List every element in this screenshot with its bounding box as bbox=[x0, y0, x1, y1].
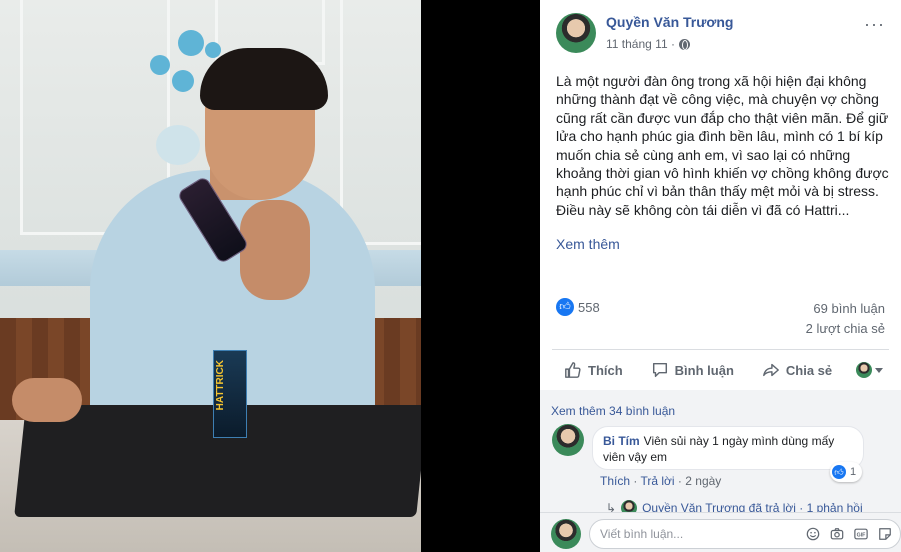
comment-bubble: Bi Tím Viên sủi này 1 ngày mình dùng mấy … bbox=[592, 426, 864, 470]
user-avatar bbox=[856, 362, 872, 378]
comment-like-link[interactable]: Thích bbox=[600, 474, 630, 488]
comment-time[interactable]: 2 ngày bbox=[685, 474, 721, 488]
svg-text:GIF: GIF bbox=[857, 532, 867, 538]
share-icon bbox=[762, 363, 779, 377]
wall-flower bbox=[178, 30, 204, 56]
wall-flower bbox=[205, 42, 221, 58]
like-button[interactable]: Thích bbox=[564, 361, 623, 379]
emoji-icon[interactable] bbox=[805, 526, 821, 542]
share-count[interactable]: 2 lượt chia sẻ bbox=[806, 321, 885, 336]
man-left-hand bbox=[12, 378, 82, 422]
comment-input-icons: GIF bbox=[805, 526, 893, 542]
post-panel: Quyền Văn Trương 11 tháng 11 · ··· Là mộ… bbox=[540, 0, 901, 552]
like-count[interactable]: 558 bbox=[578, 300, 600, 315]
comment-label: Bình luận bbox=[674, 362, 734, 378]
share-button[interactable]: Chia sẻ bbox=[762, 361, 832, 379]
sticker-icon[interactable] bbox=[877, 526, 893, 542]
man-hair bbox=[200, 48, 328, 110]
comments-section: Xem thêm 34 bình luận Bi Tím Viên sủi này… bbox=[540, 390, 901, 552]
camera-icon[interactable] bbox=[829, 526, 845, 542]
gif-icon[interactable]: GIF bbox=[853, 526, 869, 542]
wall-vase bbox=[156, 125, 200, 165]
see-more-link[interactable]: Xem thêm bbox=[556, 236, 620, 252]
post-photo[interactable]: HATTRICK bbox=[0, 0, 421, 552]
action-bar: Thích Bình luận Chia sẻ bbox=[552, 352, 889, 388]
post-stats: 👍︎ 558 69 bình luận 2 lượt chia sẻ bbox=[556, 296, 885, 336]
comment-reactions[interactable]: 👍︎ 1 bbox=[830, 462, 863, 482]
globe-icon bbox=[678, 38, 690, 50]
commenter-name[interactable]: Bi Tím bbox=[603, 434, 640, 448]
wall-flower bbox=[150, 55, 170, 75]
man-hand bbox=[240, 200, 310, 300]
product-box-label: HATTRICK bbox=[215, 360, 226, 411]
comment-reaction-count: 1 bbox=[850, 466, 857, 478]
comment-actions: Thích · Trả lời · 2 ngày bbox=[600, 474, 722, 488]
wall-panel bbox=[340, 0, 421, 245]
more-options-icon[interactable]: ··· bbox=[864, 14, 885, 35]
comment-button[interactable]: Bình luận bbox=[651, 361, 734, 379]
comment-count[interactable]: 69 bình luận bbox=[813, 301, 885, 316]
like-reaction-icon[interactable]: 👍︎ bbox=[556, 298, 574, 316]
post-meta: 11 tháng 11 · bbox=[606, 37, 690, 51]
thumbs-up-icon bbox=[565, 362, 581, 378]
like-label: Thích bbox=[588, 362, 623, 378]
author-name[interactable]: Quyền Văn Trương bbox=[606, 14, 733, 30]
comment-input-row: GIF bbox=[540, 512, 901, 552]
author-avatar[interactable] bbox=[556, 13, 596, 53]
wall-flower bbox=[172, 70, 194, 92]
view-more-comments-link[interactable]: Xem thêm 34 bình luận bbox=[551, 404, 675, 418]
commenter-avatar[interactable] bbox=[552, 424, 584, 456]
divider bbox=[552, 349, 889, 350]
post-time[interactable]: 11 tháng 11 · bbox=[606, 37, 675, 51]
share-label: Chia sẻ bbox=[785, 362, 833, 378]
like-reaction-icon: 👍︎ bbox=[832, 465, 846, 479]
react-as-selector[interactable] bbox=[856, 362, 883, 378]
comment-reply-link[interactable]: Trả lời bbox=[640, 474, 674, 488]
current-user-avatar bbox=[551, 519, 581, 549]
comment-icon bbox=[652, 362, 667, 378]
post-text: Là một người đàn ông trong xã hội hiện đ… bbox=[556, 73, 889, 218]
chevron-down-icon bbox=[875, 367, 883, 373]
